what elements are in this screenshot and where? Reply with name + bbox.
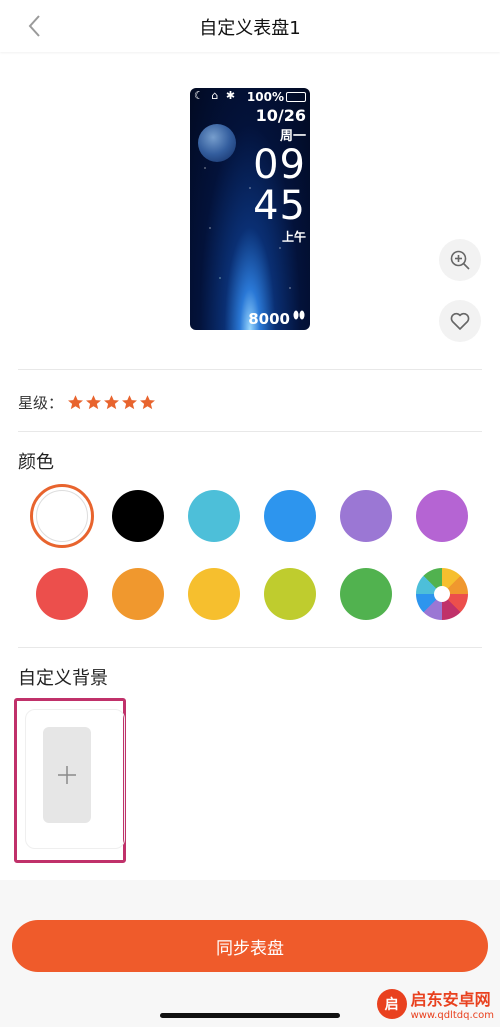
sync-watch-face-button[interactable]: 同步表盘 bbox=[12, 920, 488, 972]
watermark-logo-icon: 启 bbox=[376, 988, 407, 1019]
add-background-button[interactable] bbox=[43, 727, 91, 823]
color-swatch[interactable] bbox=[112, 490, 164, 542]
custom-background-title: 自定义背景 bbox=[18, 668, 108, 689]
color-swatch[interactable] bbox=[264, 568, 316, 620]
custom-background-card bbox=[14, 698, 126, 863]
star-icon bbox=[104, 394, 119, 409]
color-swatch[interactable] bbox=[340, 490, 392, 542]
color-wheel-center bbox=[434, 586, 450, 602]
plus-icon bbox=[58, 766, 76, 784]
color-swatch[interactable] bbox=[188, 490, 240, 542]
page-title: 自定义表盘1 bbox=[199, 18, 301, 39]
color-swatch[interactable] bbox=[340, 568, 392, 620]
preview-ampm: 上午 bbox=[281, 230, 306, 244]
color-swatch[interactable] bbox=[36, 568, 88, 620]
moon-graphic bbox=[198, 124, 236, 162]
watch-face-preview: ☾ ⌂ ✱ 100% 10/26 周一 09 45 上午 8000 bbox=[190, 88, 310, 330]
watermark-url: www.qdltdq.com bbox=[410, 1010, 494, 1021]
divider bbox=[18, 369, 482, 370]
favorite-button[interactable] bbox=[439, 300, 481, 342]
star-icon bbox=[140, 394, 155, 409]
color-swatch[interactable] bbox=[30, 484, 94, 548]
rating-row: 星级： bbox=[18, 390, 157, 414]
selected-swatch-inner bbox=[36, 490, 88, 542]
zoom-in-button[interactable] bbox=[439, 239, 481, 281]
color-swatch[interactable] bbox=[112, 568, 164, 620]
watermark: 启 启东安卓网 www.qdltdq.com bbox=[376, 986, 494, 1021]
divider bbox=[18, 431, 482, 432]
status-icons: ☾ ⌂ ✱ bbox=[194, 89, 238, 102]
divider bbox=[18, 647, 482, 648]
battery-icon bbox=[286, 92, 306, 102]
top-nav-bar: 自定义表盘1 bbox=[0, 0, 500, 52]
rating-stars bbox=[67, 394, 157, 411]
preview-steps: 8000 bbox=[248, 310, 290, 328]
color-wheel-swatch[interactable] bbox=[416, 568, 468, 620]
color-swatch[interactable] bbox=[416, 490, 468, 542]
star-icon bbox=[86, 394, 101, 409]
preview-hour: 09 bbox=[253, 142, 306, 188]
footprints-icon bbox=[292, 309, 306, 326]
home-indicator[interactable] bbox=[160, 1013, 340, 1018]
heart-icon bbox=[450, 312, 470, 330]
rating-label: 星级： bbox=[18, 393, 64, 412]
star-icon bbox=[68, 394, 83, 409]
color-swatch[interactable] bbox=[264, 490, 316, 542]
zoom-in-icon bbox=[450, 250, 470, 270]
color-section-title: 颜色 bbox=[18, 452, 54, 473]
preview-minute: 45 bbox=[253, 183, 306, 229]
star-icon bbox=[122, 394, 137, 409]
watermark-name: 启东安卓网 bbox=[410, 990, 491, 1009]
preview-date: 10/26 bbox=[255, 106, 306, 125]
color-swatch[interactable] bbox=[188, 568, 240, 620]
battery-percent: 100% bbox=[246, 90, 284, 104]
